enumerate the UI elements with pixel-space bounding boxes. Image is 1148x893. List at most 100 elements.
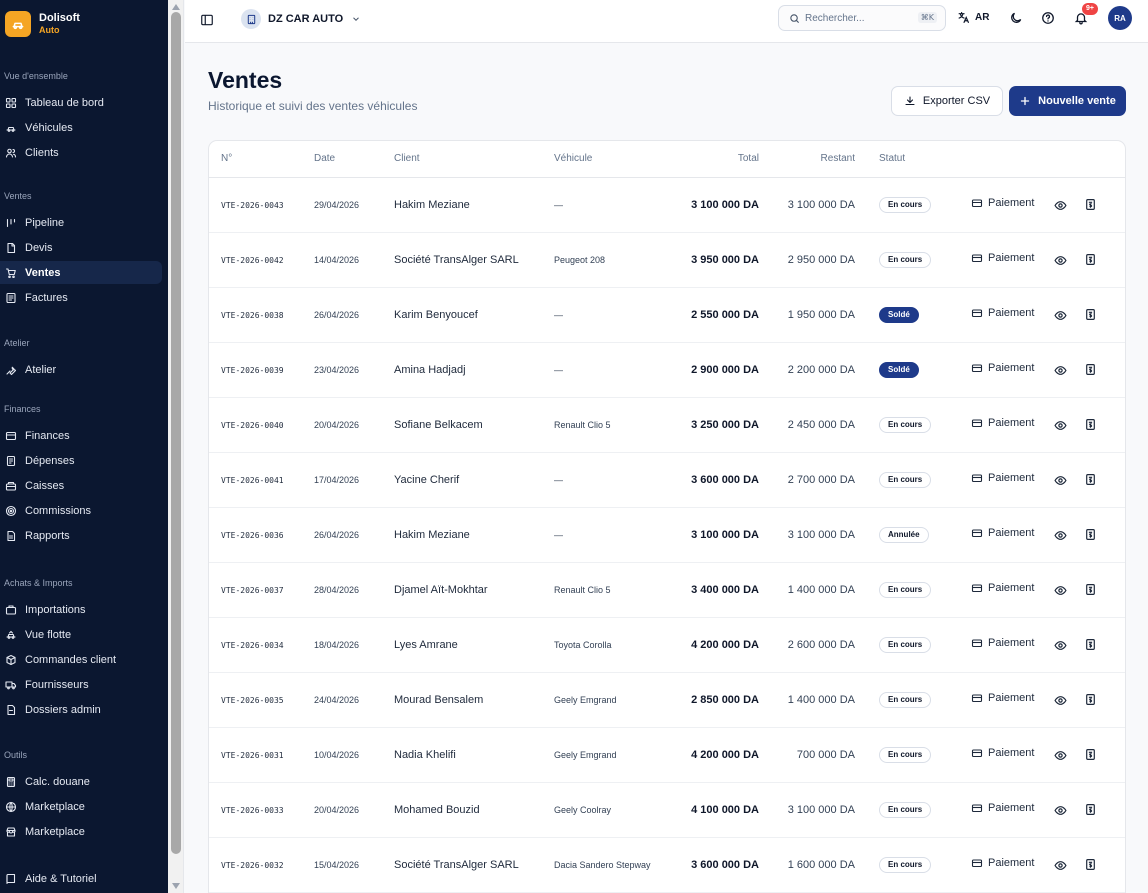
invoice-icon[interactable] [1084,583,1097,596]
eye-icon[interactable] [1054,529,1067,542]
sidebar-item-vue-flotte[interactable]: Vue flotte [0,623,162,646]
invoice-icon[interactable] [1084,473,1097,486]
search-input[interactable] [805,12,905,24]
table-row[interactable]: VTE-2026-0042 14/04/2026 Société TransAlge… [209,233,1125,288]
payment-button[interactable]: Paiement [971,747,1034,759]
payment-button[interactable]: Paiement [971,637,1034,649]
table-row[interactable]: VTE-2026-0040 20/04/2026 Sofiane Belkacem R… [209,398,1125,453]
payment-button[interactable]: Paiement [971,472,1034,484]
eye-icon[interactable] [1054,419,1067,432]
company-selector[interactable]: DZ CAR AUTO [241,8,361,30]
payment-button[interactable]: Paiement [971,582,1034,594]
eye-icon[interactable] [1054,804,1067,817]
sidebar-item-ventes[interactable]: Ventes [0,261,162,284]
scroll-up-icon[interactable] [172,4,180,10]
table-row[interactable]: VTE-2026-0033 20/04/2026 Mohamed Bouzid Gee… [209,783,1125,838]
sidebar-toggle-icon[interactable] [200,13,214,27]
new-sale-button[interactable]: Nouvelle vente [1009,86,1126,116]
header-total[interactable]: Total [738,153,759,164]
export-csv-button[interactable]: Exporter CSV [891,86,1003,116]
payment-button[interactable]: Paiement [971,802,1034,814]
sidebar-item-importations[interactable]: Importations [0,598,162,621]
table-row[interactable]: VTE-2026-0032 15/04/2026 Société TransAlge… [209,838,1125,893]
sidebar-item-finances[interactable]: Finances [0,424,162,447]
eye-icon[interactable] [1054,584,1067,597]
sidebar-item-devis[interactable]: Devis [0,236,162,259]
payment-button[interactable]: Paiement [971,362,1034,374]
sidebar-item-commissions[interactable]: Commissions [0,499,162,522]
table-row[interactable]: VTE-2026-0036 26/04/2026 Hakim Meziane — 3 1… [209,508,1125,563]
table-row[interactable]: VTE-2026-0043 29/04/2026 Hakim Meziane — 3 1… [209,178,1125,233]
payment-button[interactable]: Paiement [971,527,1034,539]
invoice-icon[interactable] [1084,308,1097,321]
table-row[interactable]: VTE-2026-0035 24/04/2026 Mourad Bensalem Ge… [209,673,1125,728]
invoice-icon[interactable] [1084,748,1097,761]
invoice-icon[interactable] [1084,693,1097,706]
sidebar-item-factures[interactable]: Factures [0,286,162,309]
sale-client: Société TransAlger SARL [394,859,519,871]
table-row[interactable]: VTE-2026-0041 17/04/2026 Yacine Cherif — 3 6… [209,453,1125,508]
eye-icon[interactable] [1054,859,1067,872]
sidebar-item-caisses[interactable]: Caisses [0,474,162,497]
sale-date: 24/04/2026 [314,695,360,705]
header-status[interactable]: Statut [879,153,905,164]
sidebar-item-atelier[interactable]: Atelier [0,358,162,381]
language-switcher[interactable]: AR [957,11,989,24]
search-box[interactable]: ⌘K [778,5,946,31]
sidebar-item-vehicules[interactable]: Véhicules [0,116,162,139]
table-row[interactable]: VTE-2026-0031 10/04/2026 Nadia Khelifi Geel… [209,728,1125,783]
invoice-icon[interactable] [1084,198,1097,211]
sidebar-scrollbar[interactable] [168,0,184,893]
invoice-icon[interactable] [1084,418,1097,431]
header-date[interactable]: Date [314,153,335,164]
moon-icon[interactable] [1009,11,1023,25]
eye-icon[interactable] [1054,749,1067,762]
eye-icon[interactable] [1054,474,1067,487]
header-vehicle[interactable]: Véhicule [554,153,592,164]
payment-button[interactable]: Paiement [971,692,1034,704]
sidebar-item-rapports[interactable]: Rapports [0,524,162,547]
eye-icon[interactable] [1054,199,1067,212]
sidebar-item-dossiers-admin[interactable]: Dossiers admin [0,698,162,721]
sidebar-item-marketplace[interactable]: Marketplace [0,795,162,818]
eye-icon[interactable] [1054,364,1067,377]
invoice-icon[interactable] [1084,858,1097,871]
payment-button[interactable]: Paiement [971,307,1034,319]
eye-icon[interactable] [1054,309,1067,322]
eye-icon[interactable] [1054,254,1067,267]
brand[interactable]: Dolisoft Auto [0,0,168,48]
table-row[interactable]: VTE-2026-0034 18/04/2026 Lyes Amrane Toyota… [209,618,1125,673]
sidebar-item-fournisseurs[interactable]: Fournisseurs [0,673,162,696]
sidebar-item-pipeline[interactable]: Pipeline [0,211,162,234]
eye-icon[interactable] [1054,694,1067,707]
table-row[interactable]: VTE-2026-0039 23/04/2026 Amina Hadjadj — 2 9… [209,343,1125,398]
page-subtitle: Historique et suivi des ventes véhicules [208,99,418,113]
table-row[interactable]: VTE-2026-0037 28/04/2026 Djamel Aït-Mokhta… [209,563,1125,618]
payment-button[interactable]: Paiement [971,857,1034,869]
sidebar-item-commandes-client[interactable]: Commandes client [0,648,162,671]
invoice-icon[interactable] [1084,638,1097,651]
eye-icon[interactable] [1054,639,1067,652]
user-avatar[interactable]: RA [1108,6,1132,30]
sidebar-item-calc-douane[interactable]: Calc. douane [0,770,162,793]
help-icon[interactable] [1041,11,1055,25]
sidebar-item-clients[interactable]: Clients [0,141,162,164]
payment-button[interactable]: Paiement [971,417,1034,429]
header-remaining[interactable]: Restant [821,153,855,164]
sidebar-item-depenses[interactable]: Dépenses [0,449,162,472]
invoice-icon[interactable] [1084,363,1097,376]
header-client[interactable]: Client [394,153,420,164]
sidebar-item-aide-tutoriel[interactable]: Aide & Tutoriel [0,867,162,890]
invoice-icon[interactable] [1084,803,1097,816]
payment-button[interactable]: Paiement [971,252,1034,264]
invoice-icon[interactable] [1084,528,1097,541]
table-row[interactable]: VTE-2026-0038 26/04/2026 Karim Benyoucef — 2… [209,288,1125,343]
sale-remaining: 2 200 000 DA [787,364,855,376]
scroll-down-icon[interactable] [172,883,180,889]
payment-button[interactable]: Paiement [971,197,1034,209]
sidebar-item-marketplace[interactable]: Marketplace [0,820,162,843]
header-num[interactable]: N° [221,153,232,164]
invoice-icon[interactable] [1084,253,1097,266]
sidebar-item-tableau-de-bord[interactable]: Tableau de bord [0,91,162,114]
scroll-thumb[interactable] [171,12,181,854]
